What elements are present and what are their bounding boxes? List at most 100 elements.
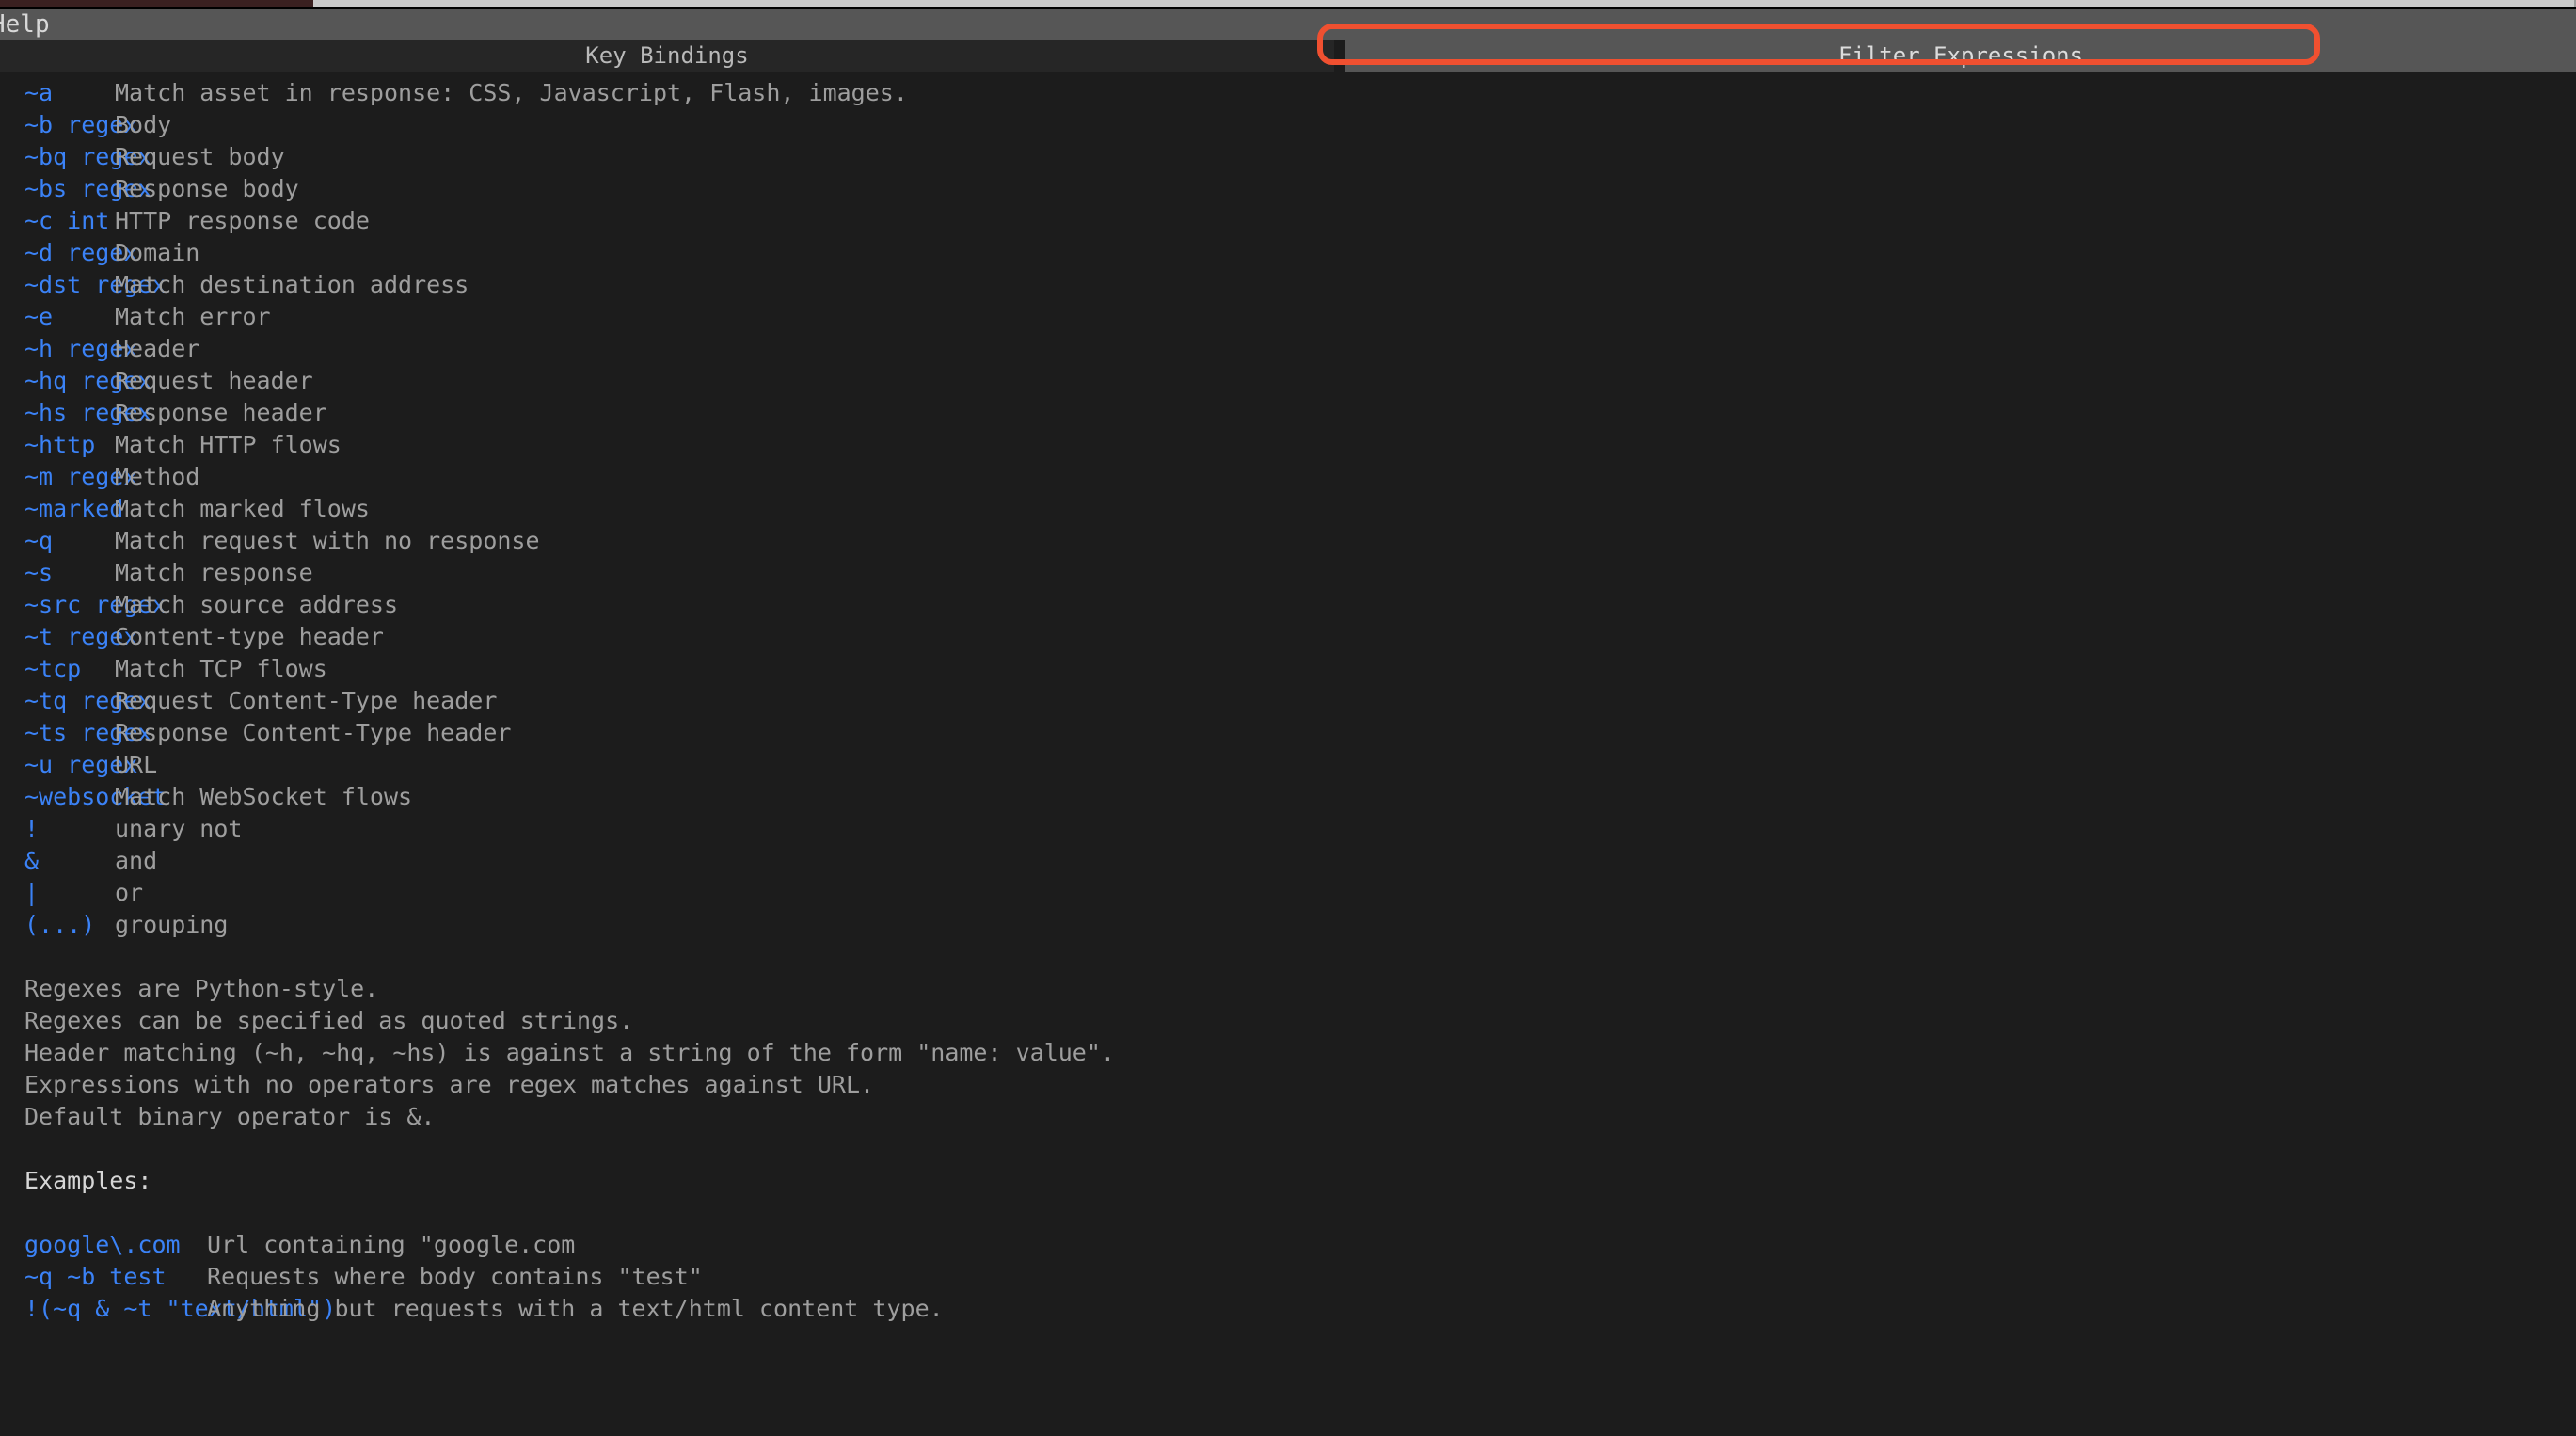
- filter-expression-key: ~bs regex: [24, 175, 152, 202]
- filter-expression-description: Match response: [115, 559, 313, 586]
- note-text: Expressions with no operators are regex …: [24, 1071, 875, 1098]
- filter-expression-row: ~src regexMatch source address: [0, 589, 2576, 621]
- filter-expression-key: ~hq regex: [24, 367, 152, 394]
- filter-expression-row: ~markedMatch marked flows: [0, 493, 2576, 525]
- examples-heading-line: Examples:: [0, 1165, 2576, 1197]
- filter-expression-row: ~bq regexRequest body: [0, 141, 2576, 173]
- example-expression: google\.com: [24, 1231, 181, 1258]
- filter-expression-description: Match HTTP flows: [115, 431, 342, 458]
- filter-expression-description: Response header: [115, 399, 327, 426]
- spacer-before-examples: [0, 1133, 2576, 1165]
- filter-expression-description: Match WebSocket flows: [115, 783, 413, 810]
- filter-expression-row: & and: [0, 845, 2576, 877]
- tab-strip[interactable]: Key Bindings Filter Expressions: [0, 40, 2576, 72]
- filter-expression-key: ~d regex: [24, 239, 138, 266]
- filter-expression-description: Request header: [115, 367, 313, 394]
- filter-expression-description: HTTP response code: [115, 207, 370, 234]
- example-row: !(~q & ~t "text/html")Anything but reque…: [0, 1293, 2576, 1325]
- background-window-sliver: [0, 0, 2576, 7]
- filter-expression-row: ~a Match asset in response: CSS, Javascri…: [0, 77, 2576, 109]
- filter-expression-row: ~dst regexMatch destination address: [0, 269, 2576, 301]
- filter-expression-description: Match marked flows: [115, 495, 370, 522]
- filter-expression-description: grouping: [115, 911, 229, 938]
- note-line: Regexes can be specified as quoted strin…: [0, 1005, 2576, 1037]
- filter-expression-row: ~t regexContent-type header: [0, 621, 2576, 653]
- note-line: Regexes are Python-style.: [0, 973, 2576, 1005]
- filter-expression-key: ~a: [24, 79, 54, 106]
- filter-expression-description: Match destination address: [115, 271, 469, 298]
- filter-expression-description: Request body: [115, 143, 285, 170]
- filter-expression-row: ~e Match error: [0, 301, 2576, 333]
- filter-expression-description: Response Content-Type header: [115, 719, 512, 746]
- tab-separator: [1334, 40, 1345, 72]
- example-expression: !(~q & ~t "text/html"): [24, 1295, 337, 1322]
- filter-expression-key: ~e: [24, 303, 54, 330]
- filter-expression-key: ~t regex: [24, 623, 138, 650]
- tab-label: Key Bindings: [585, 42, 749, 69]
- spacer-after-examples-heading: [0, 1197, 2576, 1229]
- filter-expression-key: ~bq regex: [24, 143, 152, 170]
- tab-key-bindings[interactable]: Key Bindings: [0, 40, 1334, 72]
- filter-expression-description: and: [115, 847, 158, 874]
- note-line: Header matching (~h, ~hq, ~hs) is agains…: [0, 1037, 2576, 1069]
- example-description: Requests where body contains "test": [207, 1263, 703, 1290]
- filter-expression-row: ~websocketMatch WebSocket flows: [0, 781, 2576, 813]
- filter-expression-description: Method: [115, 463, 200, 490]
- filter-expression-row: ~s Match response: [0, 557, 2576, 589]
- filter-expression-row: ~d regexDomain: [0, 237, 2576, 269]
- filter-expression-row: ~tq regexRequest Content-Type header: [0, 685, 2576, 717]
- note-text: Default binary operator is &.: [24, 1103, 436, 1130]
- note-line: Expressions with no operators are regex …: [0, 1069, 2576, 1101]
- note-line: Default binary operator is &.: [0, 1101, 2576, 1133]
- filter-expression-row: ~hq regexRequest header: [0, 365, 2576, 397]
- example-row: google\.com Url containing "google.com: [0, 1229, 2576, 1261]
- filter-expression-row: ~m regexMethod: [0, 461, 2576, 493]
- filter-expression-description: unary not: [115, 815, 243, 842]
- filter-expression-key: ~src regex: [24, 591, 167, 618]
- filter-expression-key: |: [24, 879, 40, 906]
- filter-expression-key: !: [24, 815, 40, 842]
- filter-expression-key: ~m regex: [24, 463, 138, 490]
- filter-expression-key: ~b regex: [24, 111, 138, 138]
- filter-expression-key: ~marked: [24, 495, 124, 522]
- filter-expression-row: ~http Match HTTP flows: [0, 429, 2576, 461]
- filter-expression-key: ~http: [24, 431, 96, 458]
- filter-expression-key: ~c int: [24, 207, 110, 234]
- filter-expression-key: ~ts regex: [24, 719, 152, 746]
- filter-expression-row: ~hs regexResponse header: [0, 397, 2576, 429]
- filter-expression-description: Match error: [115, 303, 271, 330]
- spacer-before-notes: [0, 941, 2576, 973]
- filter-expression-key: ~s: [24, 559, 54, 586]
- tab-label: Filter Expressions: [1837, 42, 2084, 69]
- filter-expression-row: ~h regexHeader: [0, 333, 2576, 365]
- filter-expression-key: ~websocket: [24, 783, 167, 810]
- filter-expression-description: or: [115, 879, 144, 906]
- filter-expression-key: ~tq regex: [24, 687, 152, 714]
- filter-expression-key: ~dst regex: [24, 271, 167, 298]
- example-description: Anything but requests with a text/html c…: [207, 1295, 944, 1322]
- note-text: Header matching (~h, ~hq, ~hs) is agains…: [24, 1039, 1115, 1066]
- note-text: Regexes are Python-style.: [24, 975, 379, 1002]
- filter-expression-description: Match request with no response: [115, 527, 540, 554]
- filter-expression-key: ~q: [24, 527, 54, 554]
- filter-expression-key: ~u regex: [24, 751, 138, 778]
- help-content[interactable]: ~a Match asset in response: CSS, Javascri…: [0, 72, 2576, 1436]
- filter-expression-row: ~b regexBody: [0, 109, 2576, 141]
- filter-expression-key: ~hs regex: [24, 399, 152, 426]
- filter-expression-description: Match source address: [115, 591, 399, 618]
- tab-filter-expressions[interactable]: Filter Expressions: [1345, 40, 2576, 72]
- example-description: Url containing "google.com: [207, 1231, 576, 1258]
- filter-expression-row: ~bs regexResponse body: [0, 173, 2576, 205]
- filter-expression-description: Domain: [115, 239, 200, 266]
- filter-expression-row: | or: [0, 877, 2576, 909]
- filter-expression-row: (...) grouping: [0, 909, 2576, 941]
- filter-expression-row: ~tcp Match TCP flows: [0, 653, 2576, 685]
- filter-expression-key: (...): [24, 911, 96, 938]
- filter-expression-row: ~ts regexResponse Content-Type header: [0, 717, 2576, 749]
- background-window-dark-segment: [0, 0, 313, 7]
- filter-expression-description: Header: [115, 335, 200, 362]
- background-window-light-segment: [313, 0, 2576, 7]
- filter-expression-description: URL: [115, 751, 158, 778]
- filter-expression-row: ! unary not: [0, 813, 2576, 845]
- filter-expression-description: Match asset in response: CSS, Javascript…: [115, 79, 908, 106]
